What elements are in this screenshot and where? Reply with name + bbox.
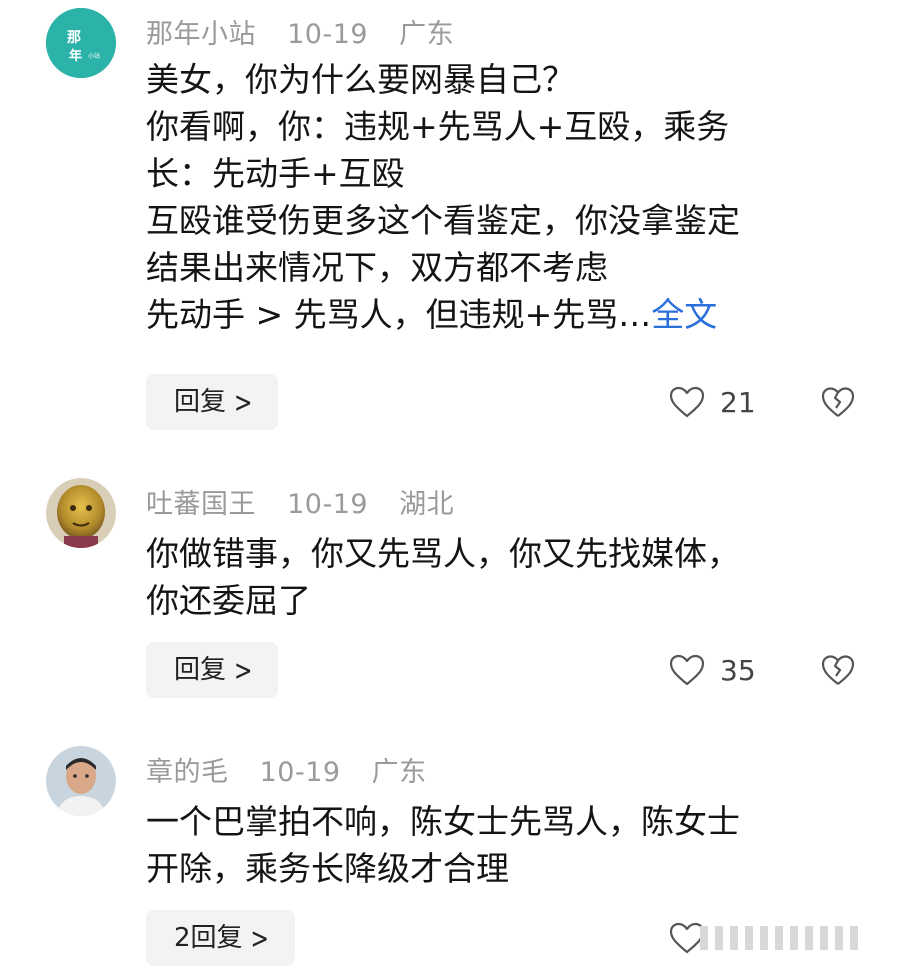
reply-label: 2回复 [174,923,243,953]
comment-line: 互殴谁受伤更多这个看鉴定，你没拿鉴定 [146,201,740,240]
comment-line: 你还委屈了 [146,581,311,620]
expand-full-text-link[interactable]: 全文 [651,295,717,334]
heart-outline-icon [669,654,705,686]
comment-date: 10-19 [287,19,369,50]
comment-location: 湖北 [399,489,455,520]
like-count: 21 [720,385,756,419]
comment-meta: 章的毛 10-19 广东 [146,750,449,789]
comment-text: 一个巴掌拍不响，陈女士先骂人，陈女士 开除，乘务长降级才合理 [146,798,866,892]
comment-line: 你看啊，你：违规+先骂人+互殴，乘务 [146,107,730,146]
avatar-image [46,746,116,816]
svg-text:小站: 小站 [88,52,100,60]
chevron-right-icon: > [234,387,253,420]
username[interactable]: 章的毛 [146,757,229,788]
comment-line-last: 先动手 > 先骂人，但违规+先骂…全文 [146,291,866,338]
comment-line: 一个巴掌拍不响，陈女士先骂人，陈女士 [146,802,740,841]
username[interactable]: 那年小站 [146,19,256,50]
comment-text: 美女，你为什么要网暴自己？ 你看啊，你：违规+先骂人+互殴，乘务 长：先动手+互… [146,56,866,338]
comment-meta: 吐蕃国王 10-19 湖北 [146,482,476,521]
comment-date: 10-19 [259,757,341,788]
watermark-overlay [700,926,875,950]
username[interactable]: 吐蕃国王 [146,489,256,520]
avatar[interactable] [46,478,116,548]
avatar-image [46,478,116,548]
heart-outline-icon [669,386,705,418]
reply-button[interactable]: 回复 > [146,374,279,430]
like-count: 35 [720,653,756,687]
reply-button[interactable]: 2回复 > [146,910,295,966]
reply-button[interactable]: 回复 > [146,642,279,698]
comment-line: 开除，乘务长降级才合理 [146,849,509,888]
like-button[interactable]: 35 [668,650,756,690]
svg-text:那: 那 [67,30,81,46]
comment-line: 结果出来情况下，双方都不考虑 [146,248,608,287]
comment-text: 你做错事，你又先骂人，你又先找媒体， 你还委屈了 [146,530,866,624]
chevron-right-icon: > [234,655,253,688]
comment-line: 美女，你为什么要网暴自己？ [146,60,575,99]
reply-label: 回复 [174,387,227,417]
chevron-right-icon: > [250,923,269,956]
svg-text:年: 年 [69,48,82,64]
avatar[interactable] [46,746,116,816]
broken-heart-icon[interactable] [820,384,856,420]
reply-label: 回复 [174,655,227,685]
comment-meta: 那年小站 10-19 广东 [146,12,476,51]
comment-line: 先动手 > 先骂人，但违规+先骂… [146,295,652,334]
like-button[interactable]: 21 [668,382,756,422]
comment-line: 长：先动手+互殴 [146,154,405,193]
broken-heart-icon[interactable] [820,652,856,688]
comment-location: 广东 [371,757,427,788]
comment-location: 广东 [399,19,455,50]
comment-line: 你做错事，你又先骂人，你又先找媒体， [146,534,740,573]
avatar[interactable]: 那 年 小站 [46,8,116,78]
comment-date: 10-19 [287,489,369,520]
avatar-logo-icon: 那 年 小站 [46,8,116,78]
